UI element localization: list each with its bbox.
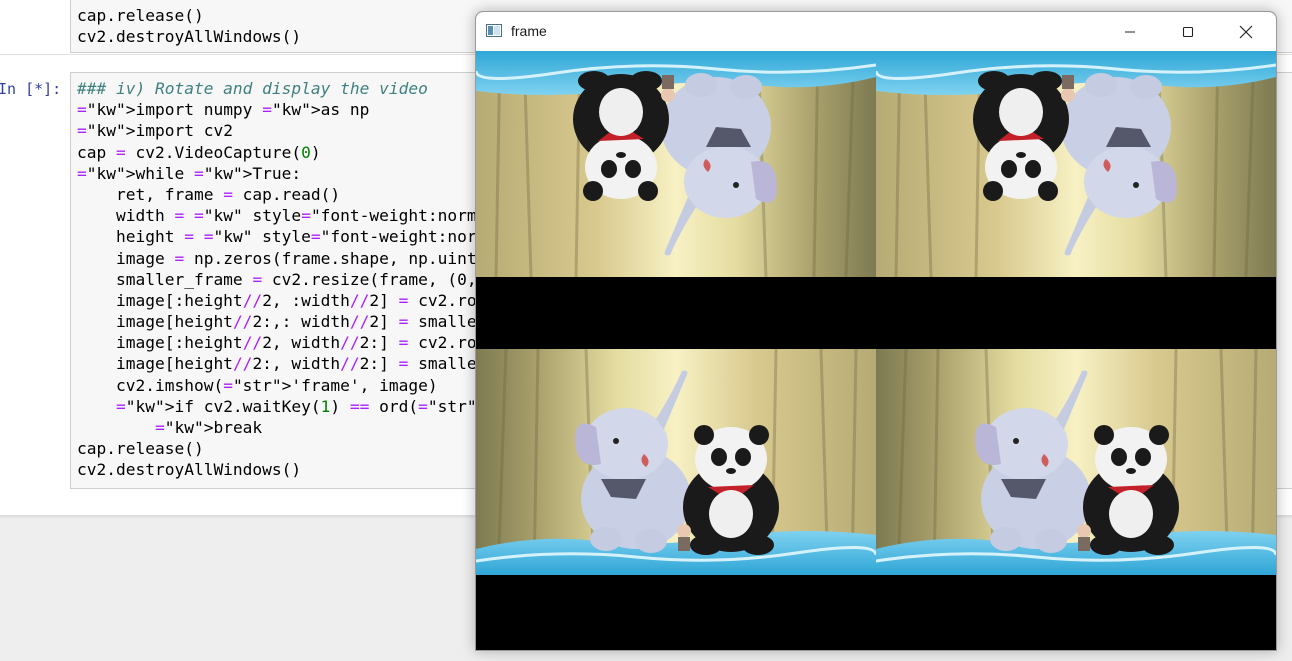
opencv-frame-window[interactable]: frame	[475, 11, 1277, 651]
video-quadrant-bottom-left	[476, 349, 876, 575]
video-frame-upright	[876, 349, 1276, 575]
window-title: frame	[511, 23, 547, 39]
close-icon	[1239, 25, 1253, 38]
code-line: cap.release()	[77, 6, 204, 25]
video-quadrant-bottom-right	[876, 349, 1276, 575]
previous-cell-code: cap.release() cv2.destroyAllWindows()	[77, 5, 301, 47]
video-frame-upright	[476, 349, 876, 575]
video-quadrant-top-left	[476, 51, 876, 277]
close-button[interactable]	[1217, 12, 1275, 51]
window-titlebar[interactable]: frame	[476, 12, 1276, 51]
video-frame-rotated	[476, 51, 876, 277]
code-line: cv2.destroyAllWindows()	[77, 27, 302, 47]
maximize-button[interactable]	[1159, 12, 1217, 51]
window-icon	[486, 24, 502, 37]
minimize-icon	[1125, 31, 1135, 32]
cell-prompt: In [*]:	[0, 80, 62, 98]
video-quadrant-top-right	[876, 51, 1276, 277]
video-frame-rotated	[876, 51, 1276, 277]
maximize-icon	[1182, 26, 1194, 37]
minimize-button[interactable]	[1101, 12, 1159, 51]
